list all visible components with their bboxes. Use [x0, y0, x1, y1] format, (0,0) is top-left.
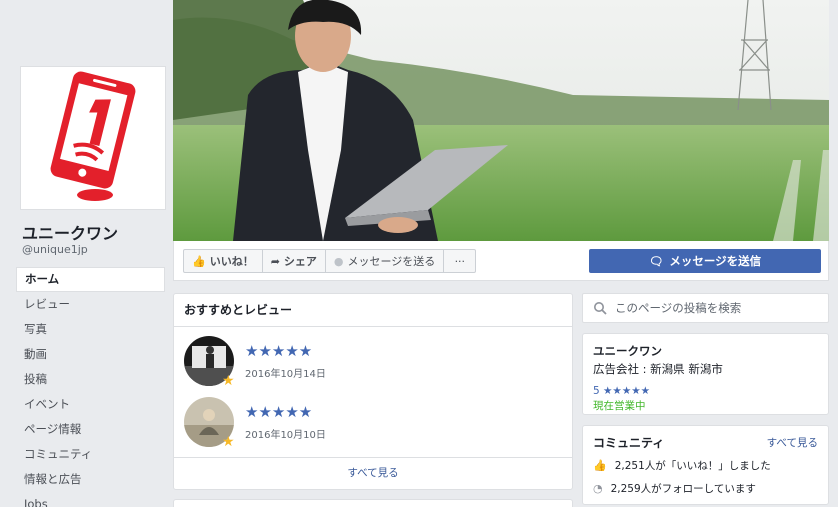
send-message-button[interactable]: 🗨 メッセージを送信: [589, 249, 821, 273]
community-title: コミュニティ: [593, 436, 665, 450]
page-post-search-input[interactable]: このページの投稿を検索: [582, 293, 829, 323]
community-follows-row: ◔ 2,259人がフォローしています: [593, 482, 756, 495]
info-page-name[interactable]: ユニークワン: [593, 343, 818, 359]
star-badge-icon: ★: [222, 373, 235, 389]
info-rating[interactable]: 5 ★★★★★: [593, 385, 818, 397]
review-item[interactable]: ★ ★★★★★ 2016年10月10日: [184, 397, 564, 449]
nav-item-reviews[interactable]: レビュー: [16, 292, 165, 317]
page-handle[interactable]: @unique1jp: [22, 243, 88, 256]
community-card: コミュニティ すべて見る 👍 2,251人が「いいね！」しました ◔ 2,259…: [582, 425, 829, 505]
page-profile-picture[interactable]: [20, 66, 166, 210]
search-icon: [594, 302, 607, 315]
star-badge-icon: ★: [222, 434, 235, 450]
review-stars: ★★★★★: [245, 342, 313, 360]
page-title[interactable]: ユニークワン: [22, 220, 118, 244]
review-stars: ★★★★★: [245, 403, 313, 421]
review-date[interactable]: 2016年10月14日: [245, 365, 326, 380]
nav-item-videos[interactable]: 動画: [16, 342, 165, 367]
nav-item-jobs[interactable]: Jobs: [16, 492, 165, 507]
community-see-all-link[interactable]: すべて見る: [767, 435, 818, 450]
share-button[interactable]: ➦ シェア: [261, 249, 326, 273]
info-category[interactable]: 広告会社 : 新潟県 新潟市: [593, 361, 818, 377]
message-button[interactable]: ● メッセージを送る: [324, 249, 445, 273]
reviews-card: おすすめとレビュー ★ ★★★★★ 2016年10月14日 ★ ★★★★★ 20…: [173, 293, 573, 490]
rss-follow-icon: ◔: [593, 482, 603, 495]
community-likes-row: 👍 2,251人が「いいね！」しました: [593, 459, 771, 472]
more-options-button[interactable]: ···: [443, 249, 477, 273]
messenger-icon: ●: [333, 254, 344, 268]
cover-photo[interactable]: [173, 0, 829, 241]
nav-item-about[interactable]: ページ情報: [16, 417, 165, 442]
thumbs-up-icon: 👍: [593, 459, 607, 472]
like-button[interactable]: 👍 いいね！: [183, 249, 263, 273]
nav-item-community[interactable]: コミュニティ: [16, 442, 165, 467]
page-info-card: ユニークワン 広告会社 : 新潟県 新潟市 5 ★★★★★ 現在営業中: [582, 333, 829, 415]
reviews-see-all-link[interactable]: すべて見る: [174, 457, 572, 489]
next-card: [173, 499, 573, 507]
info-open-status: 現在営業中: [593, 400, 646, 412]
review-date[interactable]: 2016年10月10日: [245, 426, 326, 441]
reviews-card-title: おすすめとレビュー: [174, 294, 572, 327]
page-action-bar: 👍 いいね！ ➦ シェア ● メッセージを送る ··· 🗨 メッセージを送信: [173, 241, 829, 281]
review-item[interactable]: ★ ★★★★★ 2016年10月14日: [184, 336, 564, 388]
page-nav: ホーム レビュー 写真 動画 投稿 イベント ページ情報 コミュニティ 情報と広…: [16, 267, 165, 507]
nav-item-events[interactable]: イベント: [16, 392, 165, 417]
thumbs-up-icon: 👍: [192, 254, 206, 268]
nav-item-home[interactable]: ホーム: [16, 267, 165, 292]
unique-one-logo: [50, 71, 136, 201]
messenger-icon: 🗨: [648, 254, 664, 268]
nav-item-info-ads[interactable]: 情報と広告: [16, 467, 165, 492]
share-arrow-icon: ➦: [270, 254, 280, 268]
nav-item-posts[interactable]: 投稿: [16, 367, 165, 392]
nav-item-photos[interactable]: 写真: [16, 317, 165, 342]
